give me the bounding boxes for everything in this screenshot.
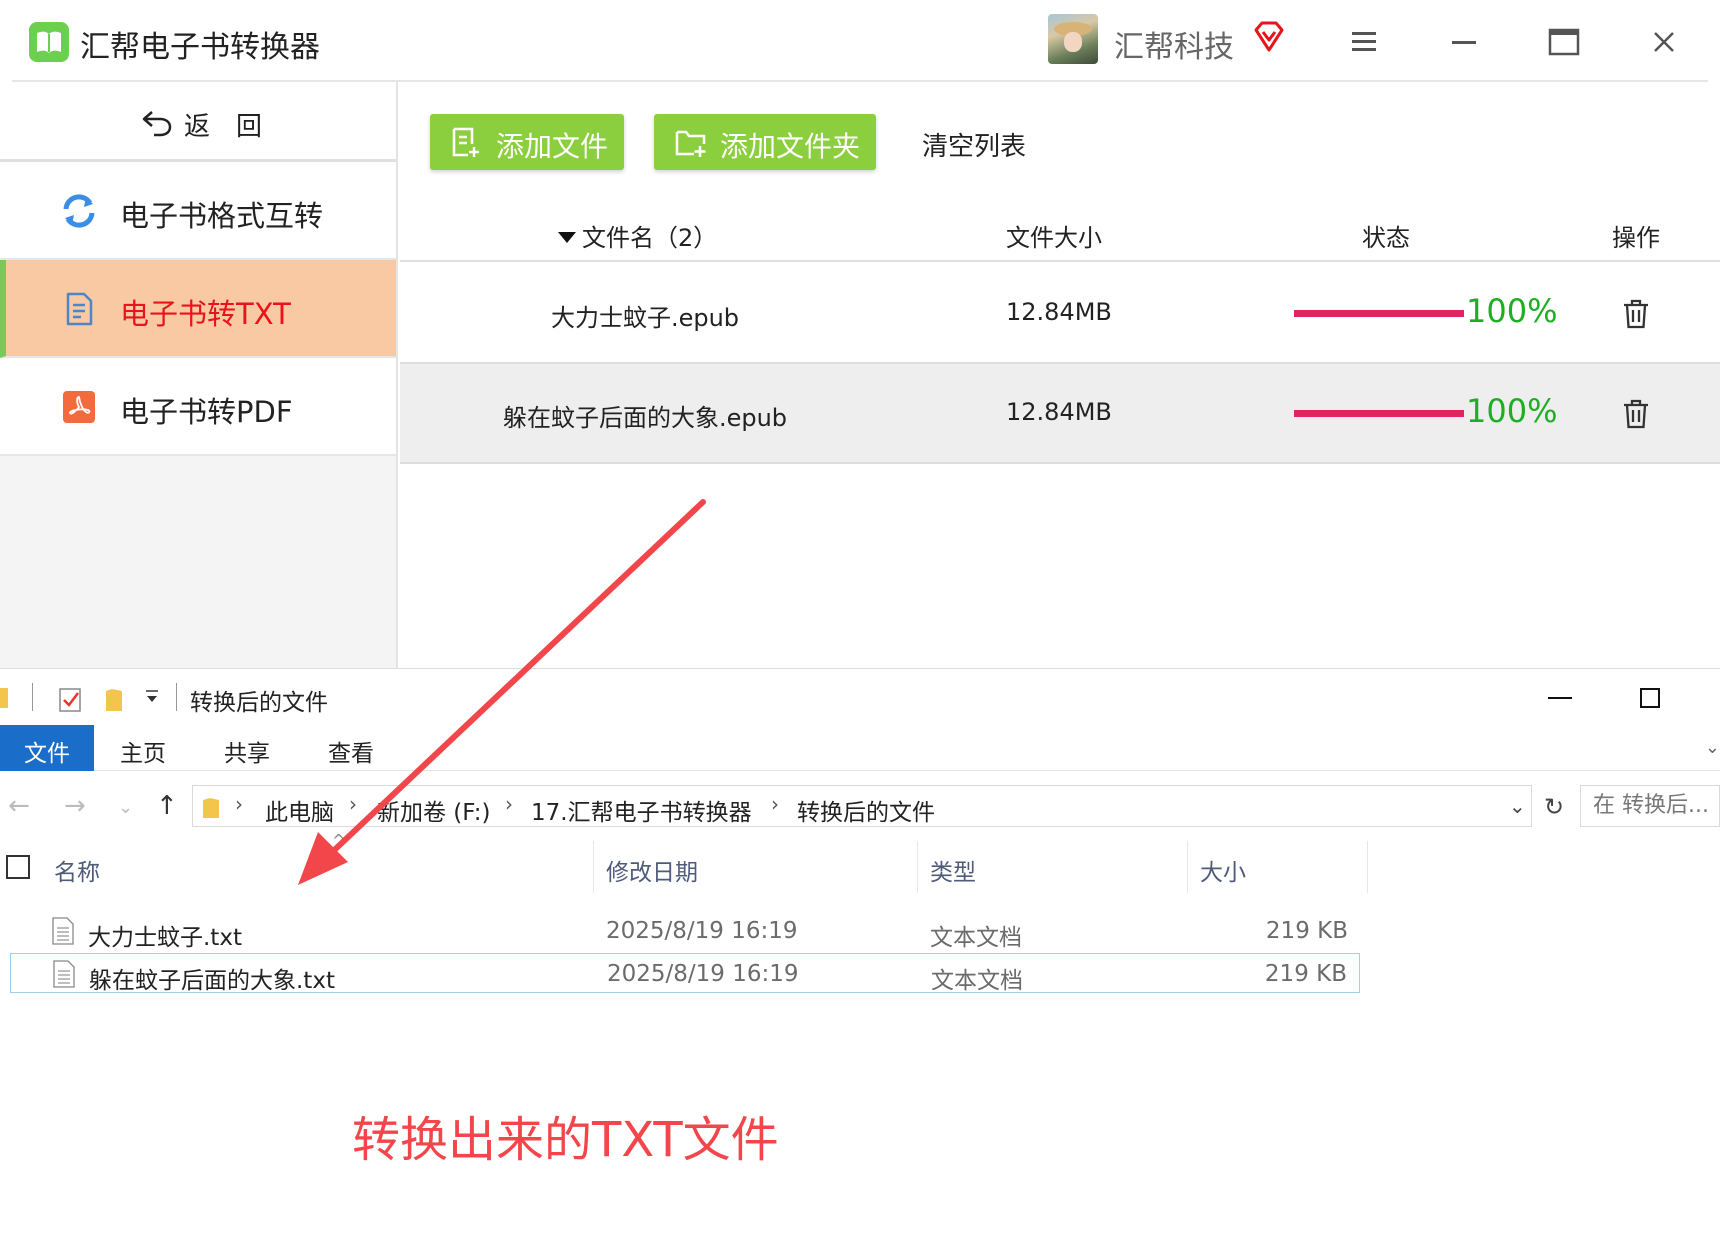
sidebar-item-label: 电子书格式互转: [120, 199, 324, 233]
file-list-item[interactable]: 躲在蚊子后面的大象.txt 2025/8/19 16:19 文本文档 219 K…: [10, 953, 1360, 994]
ribbon-tab-home[interactable]: 主页: [120, 725, 166, 771]
file-size: 12.84MB: [1006, 398, 1112, 426]
file-date: 2025/8/19 16:19: [607, 961, 799, 987]
app-title: 汇帮电子书转换器: [80, 30, 320, 65]
sidebar-item-to-txt[interactable]: 电子书转TXT: [0, 260, 396, 358]
forward-arrow-icon[interactable]: →: [64, 791, 86, 821]
refresh-icon: [60, 192, 98, 230]
recent-locations-chevron-icon[interactable]: ⌄: [118, 797, 133, 818]
sort-up-caret-icon: ^: [332, 831, 346, 850]
table-row[interactable]: 大力士蚊子.epub 12.84MB 100%: [400, 264, 1720, 364]
add-file-button[interactable]: 添加文件: [430, 114, 624, 170]
progress-bar: [1294, 410, 1464, 417]
file-type: 文本文档: [930, 925, 1022, 951]
properties-check-icon[interactable]: [58, 685, 84, 717]
back-label: 返回: [184, 112, 289, 142]
column-header-type[interactable]: 类型: [918, 841, 1188, 893]
main-panel: 添加文件 添加文件夹 清空列表 文件名（2） 文件大小 状态 操作 大力士蚊子.…: [400, 82, 1720, 668]
progress-percent: 100%: [1466, 292, 1558, 330]
sidebar-item-label: 电子书转TXT: [120, 297, 291, 331]
explorer-nav-bar: ← → ⌄ ↑ › 此电脑 › 新加卷 (F:) › 17.汇帮电子书转换器 ›…: [0, 779, 1720, 829]
back-arrow-icon[interactable]: ←: [8, 791, 30, 821]
vip-diamond-icon[interactable]: [1252, 20, 1286, 58]
ribbon-tab-share[interactable]: 共享: [224, 725, 270, 771]
add-file-label: 添加文件: [496, 130, 609, 163]
table-row[interactable]: 躲在蚊子后面的大象.epub 12.84MB 100%: [400, 364, 1720, 464]
user-name[interactable]: 汇帮科技: [1114, 22, 1234, 66]
column-header-operation: 操作: [1612, 224, 1660, 252]
file-name: 躲在蚊子后面的大象.epub: [502, 404, 788, 432]
sidebar-item-label: 电子书转PDF: [120, 395, 293, 429]
file-name: 躲在蚊子后面的大象.txt: [89, 968, 335, 994]
explorer-maximize-icon[interactable]: [1640, 688, 1660, 708]
column-header-size: 文件大小: [1006, 224, 1102, 252]
text-file-icon: [52, 917, 74, 951]
app-titlebar: 汇帮电子书转换器 汇帮科技: [0, 0, 1720, 82]
ribbon-expand-chevron-icon[interactable]: ⌄: [1705, 737, 1720, 758]
ribbon-tab-view[interactable]: 查看: [328, 725, 374, 771]
address-dropdown-chevron-icon[interactable]: ⌄: [1509, 794, 1526, 818]
explorer-ribbon: 文件 主页 共享 查看 ⌄: [0, 725, 1720, 771]
refresh-icon[interactable]: ↻: [1544, 793, 1564, 821]
column-header-status: 状态: [1362, 224, 1410, 252]
minimize-icon[interactable]: [1442, 20, 1486, 64]
progress-bar: [1294, 310, 1464, 317]
delete-trash-icon[interactable]: [1622, 398, 1650, 436]
column-header-date[interactable]: 修改日期: [594, 841, 918, 893]
column-header-name[interactable]: 文件名（2）: [558, 218, 717, 253]
back-button[interactable]: 返回: [0, 82, 396, 162]
file-type: 文本文档: [931, 968, 1023, 994]
pdf-icon: [60, 388, 98, 426]
sort-down-icon: [558, 232, 576, 243]
add-file-icon: [450, 126, 482, 165]
folder-icon: [0, 685, 14, 715]
sidebar-item-format-convert[interactable]: 电子书格式互转: [0, 162, 396, 260]
user-avatar[interactable]: [1048, 14, 1098, 64]
clear-list-button[interactable]: 清空列表: [922, 126, 1026, 163]
column-header-size[interactable]: 大小: [1188, 841, 1368, 893]
breadcrumb-drive[interactable]: 新加卷 (F:): [377, 793, 490, 827]
search-input[interactable]: [1581, 786, 1717, 824]
explorer-title: 转换后的文件: [190, 690, 328, 716]
add-folder-label: 添加文件夹: [720, 130, 861, 163]
file-date: 2025/8/19 16:19: [606, 918, 798, 944]
quick-access-dropdown-icon[interactable]: [144, 689, 160, 709]
file-size: 219 KB: [1264, 961, 1347, 987]
sidebar-item-to-pdf[interactable]: 电子书转PDF: [0, 358, 396, 456]
explorer-titlebar: 转换后的文件: [0, 669, 1720, 725]
new-folder-icon[interactable]: [104, 685, 126, 717]
select-all-checkbox[interactable]: [6, 855, 30, 879]
breadcrumb-app-folder[interactable]: 17.汇帮电子书转换器: [531, 793, 752, 827]
add-folder-icon: [674, 126, 708, 165]
folder-icon: [201, 796, 221, 824]
ribbon-tab-file[interactable]: 文件: [0, 725, 94, 771]
column-header-name[interactable]: ^ 名称: [42, 831, 594, 893]
maximize-icon[interactable]: [1542, 20, 1586, 64]
close-icon[interactable]: [1642, 20, 1686, 64]
sidebar: 返回 电子书格式互转 电子书转TXT 电子书转PDF: [0, 82, 398, 668]
breadcrumb-output-folder[interactable]: 转换后的文件: [797, 793, 935, 827]
menu-icon[interactable]: [1342, 20, 1386, 64]
explorer-minimize-icon[interactable]: [1548, 697, 1572, 699]
file-list-header: ^ 名称 修改日期 类型 大小: [0, 831, 1720, 893]
file-size: 219 KB: [1265, 918, 1348, 944]
file-size: 12.84MB: [1006, 298, 1112, 326]
document-icon: [60, 290, 98, 328]
app-logo-icon: [29, 22, 69, 62]
up-arrow-icon[interactable]: ↑: [156, 791, 178, 821]
annotation-label: 转换出来的TXT文件: [352, 1112, 779, 1168]
back-arrow-icon: [140, 108, 174, 142]
table-header: 文件名（2） 文件大小 状态 操作: [400, 212, 1720, 262]
file-list-item[interactable]: 大力士蚊子.txt 2025/8/19 16:19 文本文档 219 KB: [10, 911, 1360, 951]
progress-percent: 100%: [1466, 392, 1558, 430]
text-file-icon: [53, 960, 75, 994]
file-name: 大力士蚊子.epub: [550, 304, 740, 332]
breadcrumb-this-pc[interactable]: 此电脑: [265, 793, 334, 827]
file-explorer-window: 转换后的文件 文件 主页 共享 查看 ⌄ ← → ⌄ ↑ › 此电脑 › 新加卷…: [0, 668, 1720, 1234]
add-folder-button[interactable]: 添加文件夹: [654, 114, 876, 170]
address-bar[interactable]: › 此电脑 › 新加卷 (F:) › 17.汇帮电子书转换器 › 转换后的文件 …: [192, 785, 1532, 827]
search-box[interactable]: [1580, 785, 1720, 827]
file-name: 大力士蚊子.txt: [88, 925, 242, 951]
delete-trash-icon[interactable]: [1622, 298, 1650, 336]
